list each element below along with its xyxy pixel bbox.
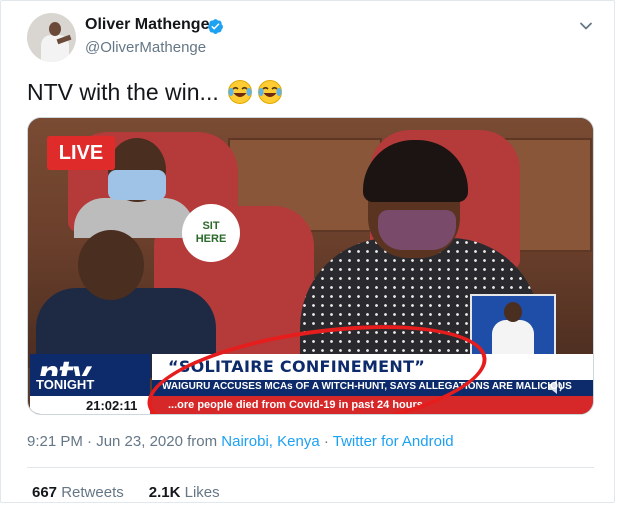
tweet-text: NTV with the win...: [27, 79, 219, 105]
show-name: TONIGHT: [32, 376, 99, 393]
tweet-meta: 9:21 PM · Jun 23, 2020 from Nairobi, Ken…: [27, 433, 454, 450]
sign-language-interpreter-inset: [470, 294, 556, 356]
likes-stat[interactable]: 2.1K Likes: [149, 484, 220, 501]
live-badge: LIVE: [47, 136, 115, 170]
chevron-down-icon[interactable]: [579, 19, 593, 33]
tweet-card: Oliver Mathenge @OliverMathenge NTV with…: [0, 0, 615, 503]
clock-text: 21:02:11: [86, 398, 138, 413]
tweet-stats: 667 Retweets 2.1K Likes: [32, 484, 220, 501]
clock-box: 21:02:11: [30, 396, 150, 414]
divider: [27, 467, 594, 468]
face-with-tears-of-joy-icon: [258, 80, 282, 104]
author-handle[interactable]: @OliverMathenge: [85, 39, 206, 56]
location-link[interactable]: Nairobi, Kenya: [221, 433, 319, 450]
author-name[interactable]: Oliver Mathenge: [85, 16, 209, 34]
retweets-stat[interactable]: 667 Retweets: [32, 484, 124, 501]
avatar[interactable]: [27, 13, 76, 62]
verified-badge-icon: [208, 19, 223, 34]
sit-here-sign: SIT HERE: [182, 204, 240, 262]
source-link[interactable]: Twitter for Android: [333, 433, 454, 450]
tweet-media-image[interactable]: SIT HERE LIVE ntv TONIGHT “SOLITAIRE CON…: [27, 117, 594, 415]
timestamp[interactable]: 9:21 PM · Jun 23, 2020 from: [27, 433, 221, 450]
face-with-tears-of-joy-icon: [228, 80, 252, 104]
volume-icon[interactable]: [545, 376, 567, 398]
